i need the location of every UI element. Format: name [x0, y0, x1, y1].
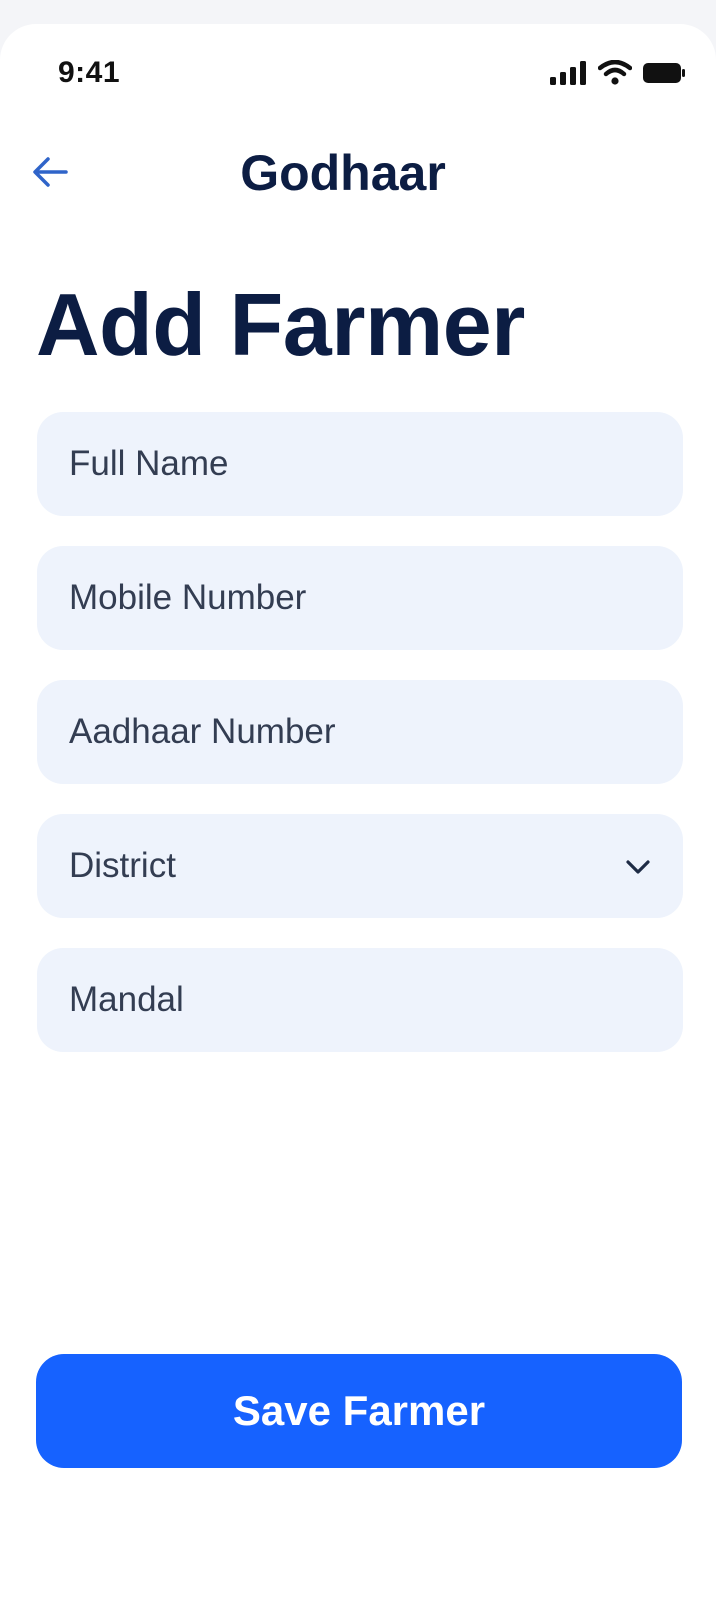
battery-icon [642, 61, 686, 90]
chevron-down-icon [623, 852, 653, 882]
mobile-number-field [37, 546, 683, 650]
page-title: Add Farmer [36, 275, 525, 374]
cellular-signal-icon [550, 60, 588, 90]
mandal-field [37, 948, 683, 1052]
aadhaar-number-field [37, 680, 683, 784]
status-time: 9:41 [58, 56, 121, 89]
status-icons [550, 59, 686, 91]
status-bar: 9:41 [0, 24, 716, 124]
full-name-field [37, 412, 683, 516]
save-farmer-button[interactable]: Save Farmer [36, 1354, 682, 1468]
add-farmer-form: District [37, 412, 683, 1082]
mandal-input[interactable] [37, 948, 683, 1052]
mobile-number-input[interactable] [37, 546, 683, 650]
aadhaar-number-input[interactable] [37, 680, 683, 784]
app-screen: 9:41 Godhaar Add Farmer Full Name Mobile… [0, 24, 716, 1600]
app-title: Godhaar [240, 145, 446, 201]
top-bar: Godhaar [0, 134, 716, 212]
district-select[interactable]: District [37, 814, 683, 918]
wifi-icon [597, 59, 633, 91]
full-name-input[interactable] [37, 412, 683, 516]
district-select-value: District [69, 846, 176, 885]
